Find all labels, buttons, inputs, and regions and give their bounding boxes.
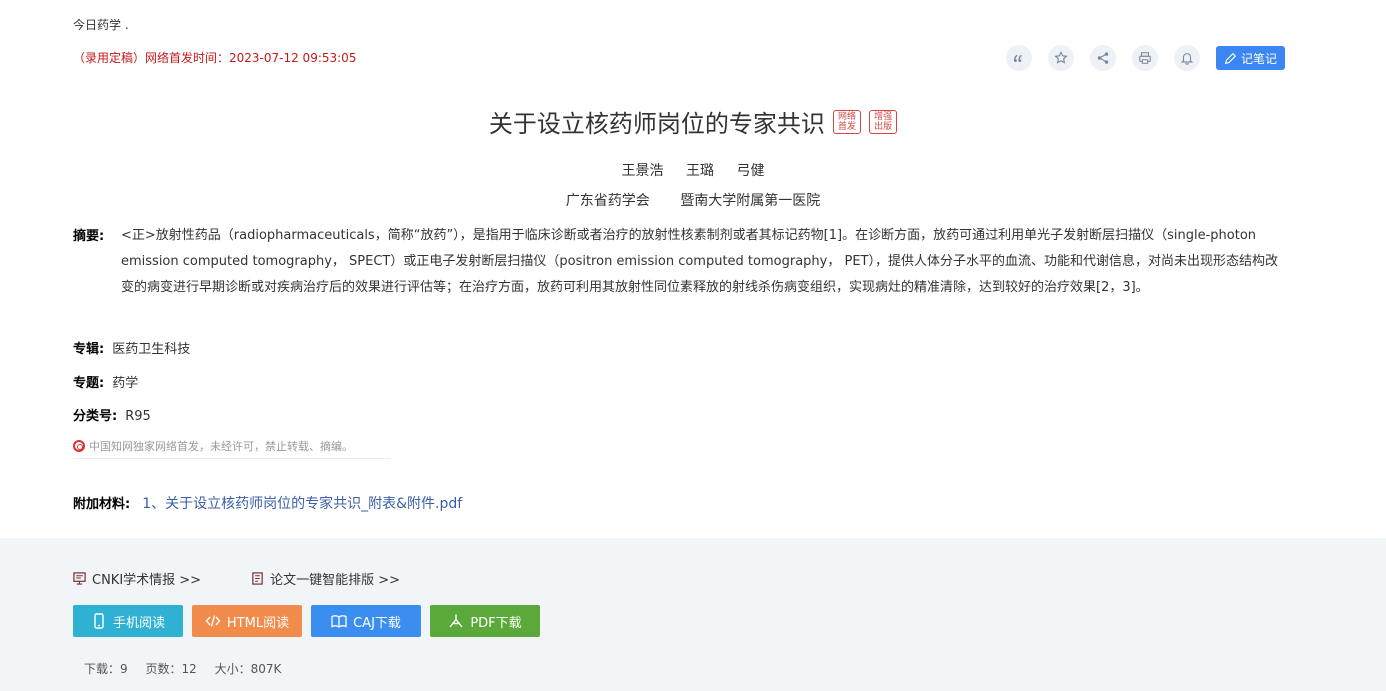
- mobile-read-label: 手机阅读: [112, 615, 165, 631]
- meta-value: R95: [125, 409, 151, 424]
- smart-format-label: 论文一键智能排版 >>: [270, 573, 401, 588]
- document-icon: [252, 572, 263, 585]
- copyright-notice: 中国知网独家网络首发，未经许可，禁止转载、摘编。: [73, 434, 391, 459]
- download-panel: CNKI学术情报 >> 论文一键智能排版 >> 手机阅读 HTML阅读 CAJ下…: [0, 538, 1386, 691]
- meta-label: 专题:: [73, 376, 105, 391]
- author-list: 王景浩 王璐 弓健: [0, 160, 1386, 180]
- smart-format-link[interactable]: 论文一键智能排版 >>: [251, 569, 400, 588]
- author-link[interactable]: 王璐: [686, 163, 714, 179]
- attachment-link[interactable]: 1、关于设立核药师岗位的专家共识_附表&附件.pdf: [142, 496, 462, 512]
- meta-value: 药学: [112, 376, 139, 391]
- meta-row-album: 专辑: 医药卫生科技: [73, 338, 190, 357]
- pencil-icon: [1224, 52, 1237, 64]
- abstract-text: <正>放射性药品（radiopharmaceuticals，简称“放药”），是指…: [121, 228, 1278, 295]
- book-icon: [331, 615, 347, 628]
- meta-row-topic: 专题: 药学: [73, 372, 138, 391]
- cite-button[interactable]: [1005, 45, 1032, 71]
- cnki-intel-link[interactable]: CNKI学术情报 >>: [73, 569, 201, 588]
- pdf-download-button[interactable]: PDF下载: [430, 605, 540, 637]
- journal-name[interactable]: 今日药学 .: [73, 16, 129, 33]
- author-link[interactable]: 王景浩: [622, 163, 664, 179]
- file-stats: 下载：9 页数：12 大小：807K: [84, 660, 295, 677]
- title-row: 关于设立核药师岗位的专家共识 网络首发 增强出版: [0, 104, 1386, 139]
- footer-links: CNKI学术情报 >> 论文一键智能排版 >>: [73, 569, 400, 588]
- download-count: 下载：9: [84, 662, 128, 676]
- caj-download-label: CAJ下载: [353, 615, 401, 631]
- code-icon: [205, 615, 221, 627]
- affiliation-link[interactable]: 暨南大学附属第一医院: [680, 193, 820, 209]
- print-button[interactable]: [1131, 45, 1158, 71]
- affiliation-link[interactable]: 广东省药学会: [566, 193, 650, 209]
- file-size: 大小：807K: [214, 662, 282, 676]
- article-title: 关于设立核药师岗位的专家共识: [488, 110, 825, 138]
- copyright-icon: [73, 440, 85, 452]
- affiliation-list: 广东省药学会 暨南大学附属第一医院: [0, 190, 1386, 210]
- mobile-read-button[interactable]: 手机阅读: [73, 605, 183, 637]
- copyright-text: 中国知网独家网络首发，未经许可，禁止转载、摘编。: [89, 440, 353, 453]
- alert-button[interactable]: [1173, 45, 1200, 71]
- quote-icon: [1013, 54, 1022, 63]
- share-icon: [1097, 52, 1109, 64]
- take-note-label: 记笔记: [1240, 51, 1277, 66]
- attachment-label: 附加材料:: [73, 497, 131, 512]
- meta-value: 医药卫生科技: [112, 342, 191, 357]
- star-icon: [1054, 51, 1068, 64]
- html-read-label: HTML阅读: [226, 615, 290, 631]
- meta-row-classification: 分类号: R95: [73, 405, 151, 424]
- abstract-label: 摘要:: [73, 229, 105, 244]
- meta-label: 分类号:: [73, 409, 118, 424]
- online-first-badge[interactable]: 网络首发: [833, 109, 861, 134]
- action-toolbar: 记笔记: [1005, 45, 1285, 71]
- author-link[interactable]: 弓健: [736, 163, 764, 179]
- pdf-icon: [449, 614, 463, 628]
- meta-label: 专辑:: [73, 342, 105, 357]
- bell-icon: [1180, 53, 1194, 65]
- printer-icon: [1139, 52, 1151, 64]
- publish-time: （录用定稿）网络首发时间：2023-07-12 09:53:05: [73, 51, 357, 65]
- attachment-row: 附加材料: 1、关于设立核药师岗位的专家共识_附表&附件.pdf: [73, 493, 462, 513]
- cnki-intel-label: CNKI学术情报 >>: [92, 573, 202, 588]
- html-read-button[interactable]: HTML阅读: [192, 605, 302, 637]
- pdf-download-label: PDF下载: [470, 615, 522, 631]
- share-button[interactable]: [1089, 45, 1116, 71]
- take-note-button[interactable]: 记笔记: [1215, 46, 1285, 70]
- page-count: 页数：12: [145, 662, 197, 676]
- phone-icon: [94, 613, 104, 629]
- favorite-button[interactable]: [1047, 45, 1074, 71]
- monitor-icon: [73, 572, 86, 585]
- enhanced-publication-badge[interactable]: 增强出版: [869, 109, 898, 134]
- caj-download-button[interactable]: CAJ下载: [311, 605, 421, 637]
- download-buttons: 手机阅读 HTML阅读 CAJ下载 PDF下载: [73, 605, 540, 637]
